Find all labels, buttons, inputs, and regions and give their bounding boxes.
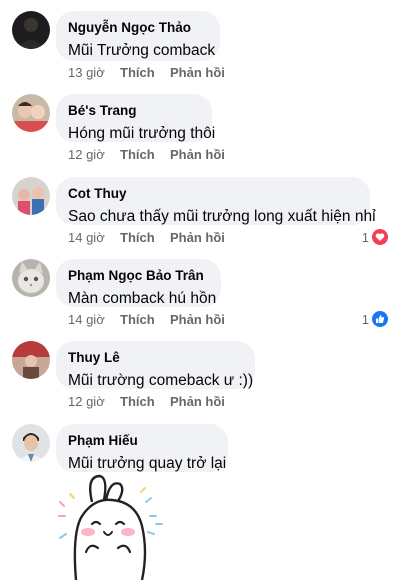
like-button[interactable]: Thích xyxy=(120,312,170,327)
comment-author[interactable]: Phạm Hiếu xyxy=(68,432,216,449)
comment-text: Hóng mũi trưởng thôi xyxy=(68,125,216,142)
reply-button[interactable]: Phản hồi xyxy=(170,65,225,80)
comment-text: Màn comback hú hồn xyxy=(68,290,217,307)
avatar[interactable] xyxy=(12,94,50,132)
comment-bubble: Phạm Hiếu Mũi trưởng quay trở lại xyxy=(56,424,228,472)
comment-author[interactable]: Nguyễn Ngọc Thảo xyxy=(68,19,208,36)
reply-button[interactable]: Phản hồi xyxy=(170,394,225,409)
comment-bubble: Nguyễn Ngọc Thảo Mũi Trưởng comback xyxy=(56,11,220,61)
heart-icon xyxy=(371,228,389,246)
comment-text: Mũi trưởng quay trở lại xyxy=(68,455,227,472)
avatar[interactable] xyxy=(12,259,50,297)
avatar[interactable] xyxy=(12,424,50,462)
comment-meta: 14 giờ Thích Phản hồi xyxy=(68,230,225,245)
bunny-sticker[interactable] xyxy=(56,472,166,581)
comment-text: Sao chưa thấy mũi trưởng long xuất hiện … xyxy=(68,208,376,225)
comment-bubble: Thuy Lê Mũi trường comeback ư :)) xyxy=(56,341,255,389)
comment-time[interactable]: 12 giờ xyxy=(68,394,120,409)
comment-bubble: Cot Thuy Sao chưa thấy mũi trưởng long x… xyxy=(56,177,376,225)
comment-time[interactable]: 13 giờ xyxy=(68,65,120,80)
reply-button[interactable]: Phản hồi xyxy=(170,147,225,162)
comment-meta: 12 giờ Thích Phản hồi xyxy=(68,394,225,409)
like-button[interactable]: Thích xyxy=(120,147,170,162)
comment-bubble: Bé's Trang Hóng mũi trưởng thôi xyxy=(56,94,216,142)
avatar[interactable] xyxy=(12,11,50,49)
comment-time[interactable]: 14 giờ xyxy=(68,312,120,327)
avatar[interactable] xyxy=(12,341,50,379)
reaction-summary[interactable]: 1 xyxy=(362,228,389,246)
like-button[interactable]: Thích xyxy=(120,65,170,80)
comment-author[interactable]: Thuy Lê xyxy=(68,349,243,366)
comment-meta: 12 giờ Thích Phản hồi xyxy=(68,147,225,162)
reaction-count: 1 xyxy=(361,311,369,327)
like-button[interactable]: Thích xyxy=(120,230,170,245)
reply-button[interactable]: Phản hồi xyxy=(170,230,225,245)
comment-text: Mũi Trưởng comback xyxy=(68,42,216,59)
thumbs-up-icon xyxy=(371,310,389,328)
comment-bubble: Phạm Ngọc Bảo Trân Màn comback hú hồn xyxy=(56,259,221,307)
comment-author[interactable]: Cot Thuy xyxy=(68,185,358,202)
like-button[interactable]: Thích xyxy=(120,394,170,409)
comment-author[interactable]: Phạm Ngọc Bảo Trân xyxy=(68,267,209,284)
comment-meta: 14 giờ Thích Phản hồi xyxy=(68,312,225,327)
reply-button[interactable]: Phản hồi xyxy=(170,312,225,327)
comment-time[interactable]: 14 giờ xyxy=(68,230,120,245)
comment-text: Mũi trường comeback ư :)) xyxy=(68,372,254,389)
reaction-count: 1 xyxy=(361,229,369,245)
comment-meta: 13 giờ Thích Phản hồi xyxy=(68,65,225,80)
comment-time[interactable]: 12 giờ xyxy=(68,147,120,162)
comment-author[interactable]: Bé's Trang xyxy=(68,102,200,119)
reaction-summary[interactable]: 1 xyxy=(362,310,389,328)
avatar[interactable] xyxy=(12,177,50,215)
